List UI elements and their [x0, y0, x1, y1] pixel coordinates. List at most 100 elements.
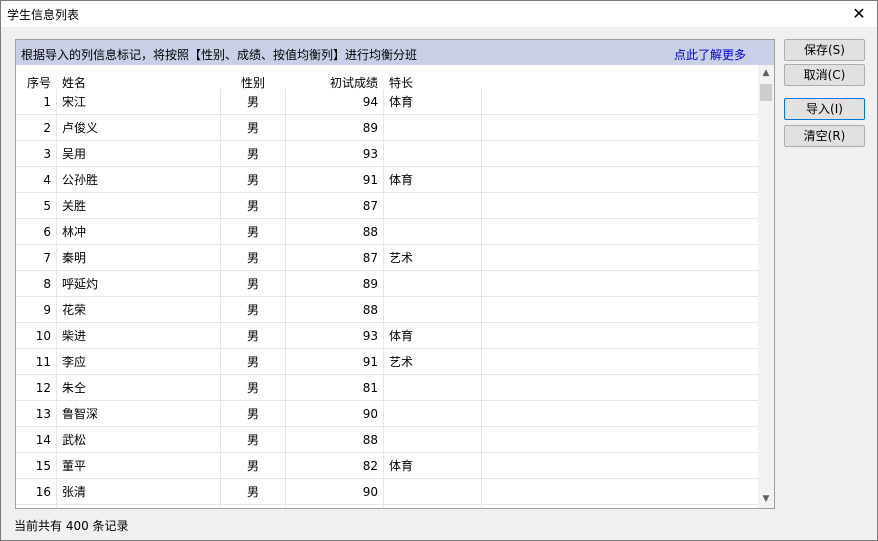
cell-specialty [389, 115, 479, 141]
cell-gender: 男 [246, 121, 259, 135]
table-row[interactable]: 1 宋江 男 94 体育 [16, 89, 758, 115]
student-list-panel: 根据导入的列信息标记，将按照【性别、成绩、按值均衡列】进行均衡分班 点此了解更多… [15, 39, 775, 509]
table-row[interactable]: 16 张清 男 90 [16, 479, 758, 505]
cell-specialty: 体育 [389, 95, 414, 109]
cell-specialty [389, 401, 479, 427]
cell-name: 吴用 [62, 147, 87, 161]
cell-score: 87 [362, 199, 378, 213]
cell-name: 柴进 [62, 329, 87, 343]
cell-seq: 3 [43, 147, 51, 161]
cell-specialty: 体育 [389, 459, 414, 473]
scroll-thumb[interactable] [760, 84, 772, 101]
cell-seq: 5 [43, 199, 51, 213]
cell-name: 武松 [62, 433, 87, 447]
info-text: 根据导入的列信息标记，将按照【性别、成绩、按值均衡列】进行均衡分班 [21, 48, 418, 62]
cell-gender: 男 [246, 355, 259, 369]
cell-seq: 2 [43, 121, 51, 135]
import-button[interactable]: 导入(I) [784, 98, 865, 120]
cell-name: 朱仝 [62, 381, 87, 395]
cell-score: 82 [362, 459, 378, 473]
table-row[interactable]: 7 秦明 男 87 艺术 [16, 245, 758, 271]
cell-specialty [389, 193, 479, 219]
cell-gender: 男 [246, 459, 259, 473]
cell-gender: 男 [246, 199, 259, 213]
cell-gender: 男 [246, 251, 259, 265]
cell-name: 卢俊义 [62, 121, 99, 135]
cell-name: 鲁智深 [62, 407, 99, 421]
cell-specialty [389, 141, 479, 167]
cell-score: 90 [362, 485, 378, 499]
cell-specialty: 艺术 [389, 355, 414, 369]
clear-button[interactable]: 清空(R) [784, 125, 865, 147]
table-row[interactable]: 5 关胜 男 87 [16, 193, 758, 219]
save-button[interactable]: 保存(S) [784, 39, 865, 61]
cell-specialty [389, 271, 479, 297]
cell-score: 94 [362, 95, 378, 109]
cell-specialty [389, 479, 479, 505]
close-icon[interactable]: ✕ [849, 4, 869, 24]
scroll-down-icon[interactable]: ▼ [758, 491, 774, 508]
cell-score: 91 [362, 355, 378, 369]
table-row[interactable]: 9 花荣 男 88 [16, 297, 758, 323]
table-row[interactable]: 8 呼延灼 男 89 [16, 271, 758, 297]
cell-gender: 男 [246, 95, 259, 109]
cell-score: 88 [362, 303, 378, 317]
cell-score: 87 [362, 251, 378, 265]
cell-gender: 男 [246, 407, 259, 421]
cell-name: 宋江 [62, 95, 87, 109]
cell-score: 81 [362, 381, 378, 395]
table-row[interactable]: 10 柴进 男 93 体育 [16, 323, 758, 349]
cell-name: 李应 [62, 355, 87, 369]
cell-name: 花荣 [62, 303, 87, 317]
table-row[interactable]: 2 卢俊义 男 89 [16, 115, 758, 141]
scroll-up-icon[interactable]: ▲ [758, 65, 774, 82]
cell-gender: 男 [246, 225, 259, 239]
cell-gender: 男 [246, 433, 259, 447]
cancel-button[interactable]: 取消(C) [784, 64, 865, 86]
cell-seq: 16 [35, 485, 51, 499]
cell-name: 秦明 [62, 251, 87, 265]
cell-name: 公孙胜 [62, 173, 99, 187]
cell-gender: 男 [246, 485, 259, 499]
learn-more-link[interactable]: 点此了解更多 [674, 46, 746, 63]
cell-gender: 男 [246, 277, 259, 291]
cell-score: 91 [362, 173, 378, 187]
cell-gender: 男 [246, 173, 259, 187]
cell-name: 呼延灼 [62, 277, 99, 291]
table-row[interactable]: 6 林冲 男 88 [16, 219, 758, 245]
cell-score: 89 [362, 277, 378, 291]
cell-seq: 8 [43, 277, 51, 291]
cell-score: 90 [362, 407, 378, 421]
table-row[interactable]: 3 吴用 男 93 [16, 141, 758, 167]
table-row[interactable]: 11 李应 男 91 艺术 [16, 349, 758, 375]
table-header: 序号 姓名 性别 初试成绩 特长 [16, 65, 758, 90]
cell-seq: 15 [35, 459, 51, 473]
cell-seq: 7 [43, 251, 51, 265]
cell-gender: 男 [246, 303, 259, 317]
table-row[interactable]: 12 朱仝 男 81 [16, 375, 758, 401]
cell-seq: 1 [43, 95, 51, 109]
table-row[interactable]: 13 鲁智深 男 90 [16, 401, 758, 427]
cell-seq: 10 [35, 329, 51, 343]
cell-seq: 4 [43, 173, 51, 187]
cell-specialty [389, 375, 479, 401]
cell-name: 张清 [62, 485, 87, 499]
table-row[interactable]: 14 武松 男 88 [16, 427, 758, 453]
cell-name: 林冲 [62, 225, 87, 239]
table-row[interactable]: 15 董平 男 82 体育 [16, 453, 758, 479]
cell-seq: 11 [35, 355, 51, 369]
info-bar: 根据导入的列信息标记，将按照【性别、成绩、按值均衡列】进行均衡分班 点此了解更多 [16, 40, 774, 65]
cell-score: 93 [362, 147, 378, 161]
cell-seq: 9 [43, 303, 51, 317]
student-info-dialog: 学生信息列表 ✕ 根据导入的列信息标记，将按照【性别、成绩、按值均衡列】进行均衡… [0, 0, 878, 541]
cell-specialty: 艺术 [389, 251, 414, 265]
table-row[interactable]: 4 公孙胜 男 91 体育 [16, 167, 758, 193]
cell-specialty [389, 297, 479, 323]
cell-gender: 男 [246, 381, 259, 395]
vertical-scrollbar[interactable]: ▲ ▼ [758, 65, 774, 508]
cell-specialty: 体育 [389, 329, 414, 343]
cell-seq: 13 [35, 407, 51, 421]
cell-name: 董平 [62, 459, 87, 473]
student-table: 序号 姓名 性别 初试成绩 特长 1 宋江男 94 体育 2 卢俊义男 89 3 吴用男 93 4 公… [16, 65, 758, 508]
cell-gender: 男 [246, 329, 259, 343]
